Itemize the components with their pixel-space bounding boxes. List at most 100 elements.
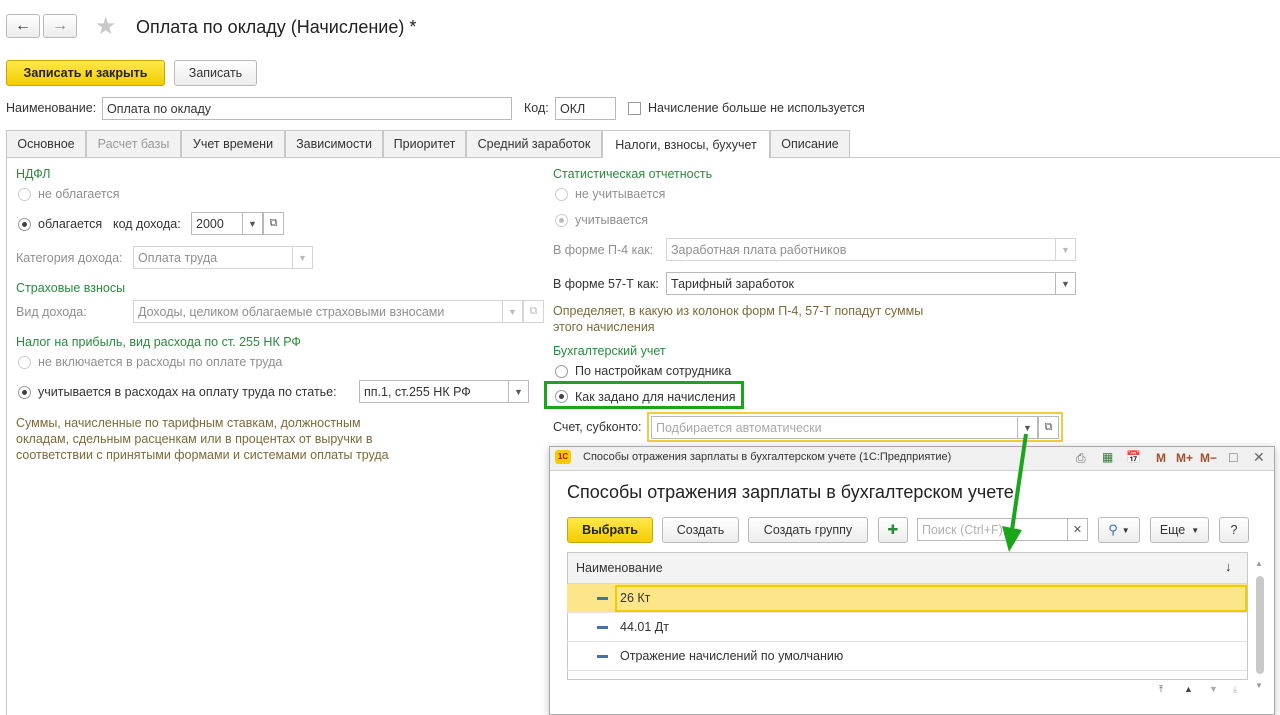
included-radio[interactable] [18, 386, 31, 399]
as-accrual-label: Как задано для начисления [575, 390, 736, 404]
back-button[interactable]: ← [6, 14, 40, 38]
income-kind-label: Вид дохода: [16, 305, 87, 319]
account-field[interactable]: Подбирается автоматически [651, 416, 1018, 439]
income-category-dropdown[interactable]: ▼ [292, 246, 313, 269]
as-accrual-radio[interactable] [555, 390, 568, 403]
counted-label: учитывается [575, 213, 649, 227]
by-employee-radio[interactable] [555, 365, 568, 378]
page-title: Оплата по окладу (Начисление) * [136, 17, 417, 37]
tab-priority[interactable]: Приоритет [383, 130, 466, 157]
search-options-button[interactable]: ⚲ ▼ [1098, 517, 1140, 543]
tab-average-earnings[interactable]: Средний заработок [466, 130, 602, 157]
stat-note: Определяет, в какую из колонок форм П-4,… [553, 304, 924, 334]
search-placeholder: Поиск (Ctrl+F) [922, 522, 1003, 537]
name-field[interactable]: Оплата по окладу [102, 97, 512, 120]
close-icon[interactable]: ✕ [1253, 449, 1265, 466]
f57-field[interactable]: Тарифный заработок [666, 272, 1056, 295]
forward-button[interactable]: → [43, 14, 77, 38]
create-button[interactable]: Создать [662, 517, 739, 543]
income-kind-dropdown[interactable]: ▼ [502, 300, 523, 323]
save-close-button[interactable]: Записать и закрыть [6, 60, 165, 86]
by-employee-label: По настройкам сотрудника [575, 364, 732, 378]
list-item[interactable]: 44.01 Дт [567, 613, 1247, 642]
open-icon: ⧉ [269, 217, 278, 229]
taxed-label: облагается [38, 217, 103, 231]
list-item-label: 44.01 Дт [620, 620, 669, 634]
income-category-field[interactable]: Оплата труда [133, 246, 293, 269]
f57-dropdown[interactable]: ▼ [1055, 272, 1076, 295]
table-header [568, 553, 1247, 584]
not-included-label: не включается в расходы по оплате труда [38, 355, 283, 369]
unused-checkbox[interactable] [628, 102, 641, 115]
income-code-field[interactable]: 2000 [191, 212, 243, 235]
article-dropdown[interactable]: ▼ [508, 380, 529, 403]
chevron-down-icon: ▼ [1061, 278, 1070, 289]
more-label: Еще [1159, 523, 1186, 537]
scroll-up-icon[interactable]: ▲ [1255, 559, 1263, 568]
tab-base-calc[interactable]: Расчет базы [86, 130, 181, 157]
not-taxed-label: не облагается [38, 187, 120, 201]
scroll-down-icon[interactable]: ▼ [1255, 681, 1263, 690]
account-placeholder: Подбирается автоматически [656, 420, 822, 435]
list-item[interactable]: Отражение начислений по умолчанию [567, 642, 1247, 671]
not-taxed-radio[interactable] [18, 188, 31, 201]
code-label: Код: [524, 101, 549, 115]
tab-description[interactable]: Описание [770, 130, 850, 157]
add-copy-button[interactable]: ✚ [878, 517, 908, 543]
column-name-header[interactable]: Наименование [576, 561, 663, 575]
sort-down-icon[interactable]: ↓ [1225, 559, 1232, 574]
p4-field[interactable]: Заработная плата работников [666, 238, 1056, 261]
tab-main[interactable]: Основное [6, 130, 86, 157]
popup-heading: Способы отражения зарплаты в бухгалтерск… [567, 482, 1014, 502]
account-label: Счет, субконто: [553, 420, 642, 434]
stat-title: Статистическая отчетность [553, 167, 713, 181]
clear-icon: ✕ [1072, 524, 1083, 536]
code-field[interactable]: ОКЛ [555, 97, 616, 120]
profit-tax-note: Суммы, начисленные по тарифным ставкам, … [16, 416, 389, 462]
create-group-button[interactable]: Создать группу [748, 517, 868, 543]
taxed-radio[interactable] [18, 218, 31, 231]
not-included-radio[interactable] [18, 356, 31, 369]
nav-last-icon[interactable]: ⤓ [1233, 684, 1237, 695]
tab-dependencies[interactable]: Зависимости [285, 130, 383, 157]
not-counted-radio[interactable] [555, 188, 568, 201]
print-icon[interactable]: ⎙ [1076, 451, 1086, 466]
nav-next-icon[interactable]: ▼ [1209, 684, 1218, 694]
income-kind-open[interactable]: ⧉ [523, 300, 544, 323]
table-icon[interactable]: ▦ [1102, 450, 1113, 464]
calendar-icon[interactable]: 📅 [1126, 450, 1141, 464]
memory-minus-button[interactable]: M− [1200, 451, 1217, 465]
search-clear[interactable]: ✕ [1067, 518, 1088, 541]
tab-taxes[interactable]: Налоги, взносы, бухучет [602, 130, 770, 158]
income-code-open[interactable]: ⧉ [263, 212, 284, 235]
nav-prev-icon[interactable]: ▲ [1184, 684, 1193, 694]
list-item[interactable]: 26 Кт [567, 584, 1247, 613]
save-button[interactable]: Записать [174, 60, 257, 86]
counted-radio[interactable] [555, 214, 568, 227]
chevron-down-icon: ▼ [298, 252, 307, 263]
income-kind-field[interactable]: Доходы, целиком облагаемые страховыми вз… [133, 300, 503, 323]
account-open[interactable]: ⧉ [1038, 416, 1059, 439]
income-code-label: код дохода: [113, 217, 181, 231]
p4-dropdown[interactable]: ▼ [1055, 238, 1076, 261]
memory-plus-button[interactable]: M+ [1176, 451, 1193, 465]
maximize-icon[interactable]: □ [1229, 449, 1237, 465]
nav-first-icon[interactable]: ⤒ [1159, 684, 1163, 695]
chevron-down-icon: ▼ [1061, 244, 1070, 255]
arrow-left-icon: ← [15, 17, 31, 34]
select-button[interactable]: Выбрать [567, 517, 653, 543]
scrollbar[interactable] [1256, 576, 1264, 674]
article-field[interactable]: пп.1, ст.255 НК РФ [359, 380, 509, 403]
item-icon [597, 655, 608, 658]
arrow-right-icon: → [52, 17, 68, 34]
income-code-dropdown[interactable]: ▼ [242, 212, 263, 235]
unused-label: Начисление больше не используется [648, 101, 865, 115]
name-label: Наименование: [6, 101, 97, 115]
tab-time[interactable]: Учет времени [181, 130, 285, 157]
star-icon[interactable]: ★ [95, 12, 117, 41]
help-button[interactable]: ? [1219, 517, 1249, 543]
search-input[interactable]: Поиск (Ctrl+F) [917, 518, 1068, 541]
open-icon: ⧉ [529, 305, 538, 317]
memory-m-button[interactable]: M [1156, 451, 1166, 465]
more-button[interactable]: Еще ▼ [1150, 517, 1209, 543]
